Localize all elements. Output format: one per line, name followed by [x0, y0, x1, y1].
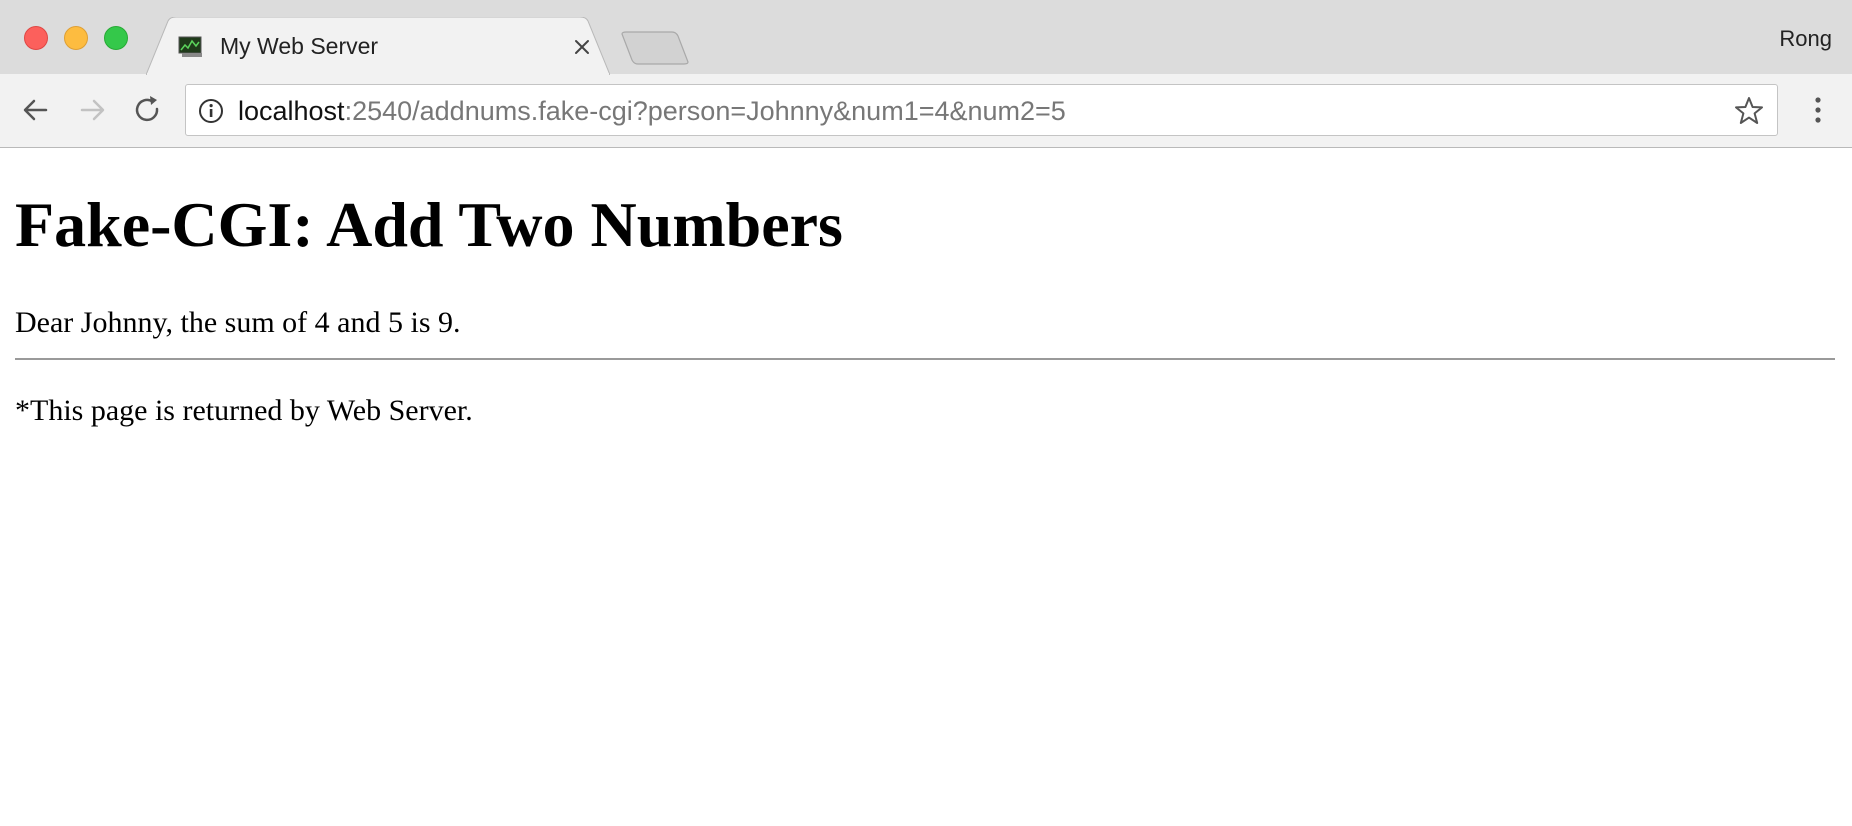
page-content: Fake-CGI: Add Two Numbers Dear Johnny, t… — [0, 148, 1852, 826]
monitor-chart-icon — [178, 36, 202, 57]
address-bar[interactable]: localhost:2540/addnums.fake-cgi?person=J… — [185, 84, 1778, 136]
url-path: :2540/addnums.fake-cgi?person=Johnny&num… — [344, 96, 1066, 126]
tab-strip: My Web Server Rong — [0, 0, 1852, 75]
result-text: Dear Johnny, the sum of 4 and 5 is 9. — [15, 306, 461, 339]
tab-title: My Web Server — [220, 33, 379, 59]
tab-active[interactable]: My Web Server — [146, 17, 610, 75]
page-title: Fake-CGI: Add Two Numbers — [15, 189, 843, 260]
window-minimize-button[interactable] — [64, 26, 88, 50]
menu-dots-icon[interactable] — [1800, 92, 1836, 128]
new-tab-button[interactable] — [620, 30, 690, 66]
info-icon[interactable] — [198, 98, 224, 124]
footer-note: *This page is returned by Web Server. — [15, 394, 473, 427]
back-arrow-icon[interactable] — [18, 92, 54, 128]
horizontal-divider — [15, 358, 1835, 360]
window-close-button[interactable] — [24, 26, 48, 50]
reload-icon[interactable] — [130, 92, 166, 128]
toolbar: localhost:2540/addnums.fake-cgi?person=J… — [0, 74, 1852, 148]
window-maximize-button[interactable] — [104, 26, 128, 50]
close-icon[interactable] — [570, 35, 594, 59]
profile-name[interactable]: Rong — [1779, 26, 1832, 52]
bookmark-star-icon[interactable] — [1733, 95, 1765, 127]
forward-arrow-icon[interactable] — [74, 92, 110, 128]
url-text[interactable]: localhost:2540/addnums.fake-cgi?person=J… — [238, 96, 1066, 127]
browser-window: My Web Server Rong localhost:2540/addnum… — [0, 0, 1852, 826]
url-host: localhost — [238, 96, 345, 126]
